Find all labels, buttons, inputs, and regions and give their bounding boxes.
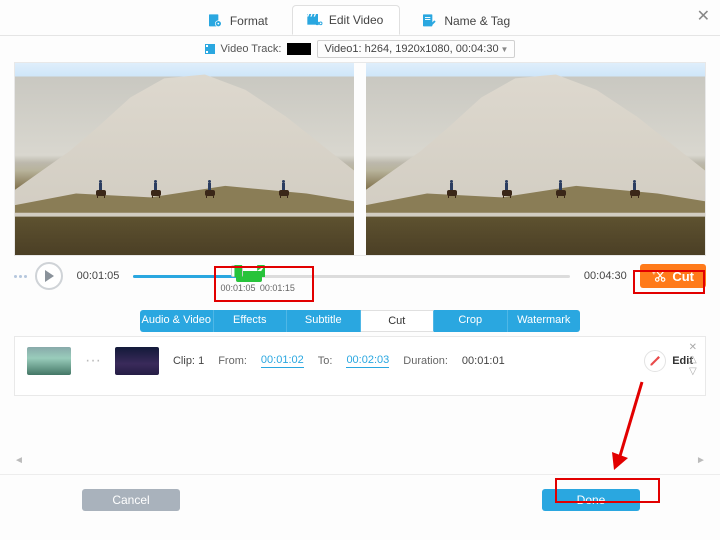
- clip-duration-value: 00:01:01: [462, 355, 505, 367]
- cancel-button[interactable]: Cancel: [82, 489, 180, 511]
- video-track-label: Video Track:: [221, 43, 282, 55]
- clip-index-label: Clip: 1: [173, 355, 204, 367]
- scissor-plus-icon: +: [652, 269, 666, 283]
- footer: Cancel Done: [0, 480, 720, 520]
- remove-clip-icon[interactable]: ✕: [689, 343, 697, 353]
- clip-to-label: To:: [318, 355, 333, 367]
- page-pen-icon: [420, 13, 438, 29]
- subtab-watermark[interactable]: Watermark: [508, 310, 581, 332]
- clip-thumb-separator: ···: [85, 352, 101, 370]
- done-button[interactable]: Done: [542, 489, 640, 511]
- cut-in-time: 00:01:05: [220, 283, 255, 293]
- move-clip-up-icon[interactable]: △: [689, 355, 697, 365]
- cut-in-handle[interactable]: [234, 265, 242, 277]
- edit-clip-button[interactable]: [644, 350, 666, 372]
- video-track-swatch: [287, 43, 311, 55]
- tab-format-label: Format: [230, 14, 268, 28]
- tab-edit-video[interactable]: Edit Video: [292, 5, 401, 35]
- output-preview-pane[interactable]: [366, 63, 705, 255]
- subtab-crop[interactable]: Crop: [434, 310, 508, 332]
- subtab-effects[interactable]: Effects: [214, 310, 288, 332]
- edit-subtabs: Audio & Video Effects Subtitle Cut Crop …: [140, 310, 580, 332]
- clip-to-value[interactable]: 00:02:03: [346, 354, 389, 368]
- play-button[interactable]: [35, 262, 63, 290]
- timeline-track[interactable]: 00:01:05 00:01:15: [133, 267, 570, 285]
- video-track-select[interactable]: Video1: h264, 1920x1080, 00:04:30 ▼: [317, 40, 515, 58]
- play-icon: [44, 270, 54, 282]
- scroll-right-icon[interactable]: ►: [696, 455, 706, 465]
- chevron-down-icon: ▼: [501, 45, 509, 54]
- move-clip-down-icon[interactable]: ▽: [689, 367, 697, 377]
- timeline-row: 00:01:05 00:01:05 00:01:15 00:04:30 + Cu…: [14, 262, 706, 290]
- page-gear-icon: [206, 13, 224, 29]
- cut-out-time: 00:01:15: [260, 283, 295, 293]
- clip-from-value[interactable]: 00:01:02: [261, 354, 304, 368]
- video-track-selected: Video1: h264, 1920x1080, 00:04:30: [324, 43, 498, 55]
- timeline-total-time: 00:04:30: [578, 270, 632, 282]
- video-track-row: Video Track: Video1: h264, 1920x1080, 00…: [0, 36, 720, 62]
- subtab-subtitle[interactable]: Subtitle: [287, 310, 361, 332]
- clip-thumb-end: [115, 347, 159, 375]
- clip-list-panel: ··· Clip: 1 From: 00:01:02 To: 00:02:03 …: [14, 336, 706, 396]
- tab-name-tag-label: Name & Tag: [444, 14, 510, 28]
- subtab-cut[interactable]: Cut: [361, 310, 435, 332]
- scroll-left-icon[interactable]: ◄: [14, 455, 24, 465]
- tab-name-tag[interactable]: Name & Tag: [408, 7, 526, 35]
- svg-text:+: +: [652, 270, 656, 277]
- clip-from-label: From:: [218, 355, 247, 367]
- tab-format[interactable]: Format: [194, 7, 284, 35]
- clip-duration-label: Duration:: [403, 355, 448, 367]
- cut-button-label: Cut: [672, 269, 694, 284]
- timeline-current-time: 00:01:05: [71, 270, 125, 282]
- tab-edit-video-label: Edit Video: [329, 13, 384, 27]
- clapper-scissor-icon: [305, 12, 323, 28]
- preview-area: ▷ Original Preview 🔍: [14, 62, 706, 256]
- filmstrip-icon: [205, 44, 215, 54]
- pencil-icon: [649, 355, 661, 367]
- cut-button[interactable]: + Cut: [640, 264, 706, 288]
- close-icon[interactable]: ✕: [697, 6, 710, 26]
- clip-thumb-start: [27, 347, 71, 375]
- drag-dots-icon: [14, 275, 27, 278]
- top-tab-bar: Format Edit Video Name & Tag: [0, 0, 720, 36]
- subtab-audio-video[interactable]: Audio & Video: [140, 310, 214, 332]
- original-preview-pane[interactable]: [15, 63, 354, 255]
